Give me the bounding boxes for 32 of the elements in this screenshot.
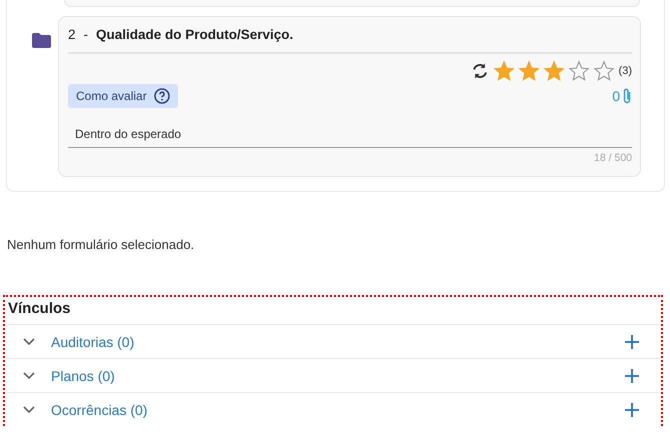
refresh-icon[interactable] — [470, 62, 489, 80]
add-icon[interactable] — [625, 334, 639, 348]
link-label[interactable]: Planos (0) — [51, 368, 115, 384]
separator-text: - — [84, 27, 88, 42]
chevron-down-icon[interactable] — [23, 338, 35, 346]
link-row[interactable]: Planos (0) — [7, 358, 660, 392]
filled-star-icon[interactable] — [518, 60, 540, 82]
question-title: Qualidade do Produto/Serviço. — [96, 27, 294, 42]
section-title: Vínculos — [7, 300, 72, 319]
empty-star-icon[interactable] — [568, 60, 590, 82]
comment-field[interactable]: Dentro do esperado — [68, 122, 632, 148]
paperclip-icon[interactable] — [622, 88, 632, 104]
link-row[interactable]: Ocorrências (0) — [7, 392, 660, 426]
link-label[interactable]: Ocorrências (0) — [51, 402, 148, 418]
how-to-rate-button[interactable]: Como avaliar — [68, 84, 178, 108]
empty-star-icon[interactable] — [592, 60, 615, 82]
link-row[interactable]: Auditorias (0) — [7, 324, 660, 358]
empty-message: Nenhum formulário selecionado. — [7, 237, 196, 252]
question-number: 2 — [68, 27, 76, 42]
attachment-count[interactable]: 0 — [612, 88, 620, 104]
chevron-down-icon[interactable] — [23, 406, 35, 414]
add-icon[interactable] — [625, 368, 639, 382]
star-rating[interactable] — [492, 60, 615, 82]
add-icon[interactable] — [625, 402, 639, 416]
filled-star-icon[interactable] — [492, 60, 515, 82]
chevron-down-icon[interactable] — [23, 372, 35, 380]
rating-count: (3) — [618, 65, 632, 77]
character-counter: 18 / 500 — [593, 152, 632, 164]
help-icon — [154, 88, 170, 104]
link-label[interactable]: Auditorias (0) — [51, 334, 134, 350]
filled-star-icon[interactable] — [542, 60, 565, 82]
folder-icon — [32, 33, 51, 48]
